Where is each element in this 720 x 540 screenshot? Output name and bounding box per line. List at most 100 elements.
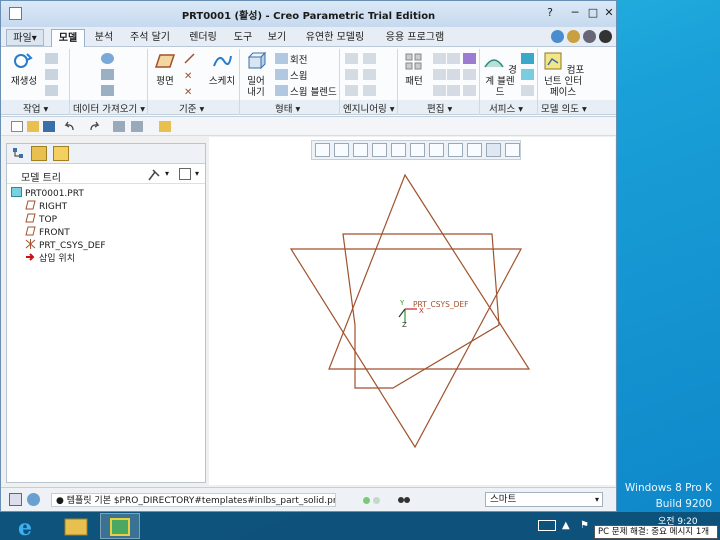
style-icon[interactable]	[521, 69, 534, 80]
group-separator	[147, 49, 148, 115]
settings-icon[interactable]	[583, 30, 596, 43]
selection-filter[interactable]: 스마트 ▾	[485, 492, 603, 507]
group-operations[interactable]: 작업 ▾	[23, 101, 48, 115]
extrude-button[interactable]: 밀어내기	[243, 51, 269, 98]
windows-edition: Windows 8 Pro K	[624, 482, 712, 494]
boundary-blend-button[interactable]: 경계 블렌드	[483, 51, 517, 98]
revolve-icon[interactable]	[275, 53, 288, 64]
thicken-icon	[433, 85, 446, 96]
message-area: ● 템플릿 기본 $PRO_DIRECTORY#templates#inlbs_…	[51, 493, 336, 507]
paste-icon[interactable]	[45, 69, 58, 80]
revolve-label[interactable]: 회전	[290, 52, 307, 66]
mirror-icon	[433, 53, 446, 64]
fill-icon[interactable]	[521, 53, 534, 64]
creo-taskbar-button[interactable]	[100, 513, 140, 539]
sketch-button[interactable]: 스케치	[207, 51, 237, 87]
close-button[interactable]: ✕	[600, 5, 618, 21]
tray-expand-icon[interactable]: ▲	[562, 520, 570, 531]
tree-columns-dropdown[interactable]: ▾	[195, 169, 199, 178]
tree-settings-icon[interactable]	[147, 168, 161, 181]
tree-item-right[interactable]: RIGHT	[25, 200, 67, 212]
regenerate-button[interactable]: 재생성	[9, 51, 39, 87]
new-file-icon[interactable]	[11, 121, 23, 132]
datum-plane-front[interactable]	[328, 173, 531, 370]
regenerate-qat-icon[interactable]	[113, 121, 125, 132]
csys-tree-icon	[25, 239, 36, 249]
favorites-icon[interactable]	[567, 30, 580, 43]
group-shapes[interactable]: 형태 ▾	[275, 101, 300, 115]
windows-icon[interactable]	[131, 121, 143, 132]
folder-browser-tab-icon[interactable]	[31, 146, 47, 161]
model-tree-tab-icon[interactable]	[11, 146, 27, 161]
delete-icon[interactable]	[45, 85, 58, 96]
plane-button[interactable]: 평면	[151, 51, 179, 87]
file-explorer-icon[interactable]	[56, 513, 96, 539]
tree-item-top[interactable]: TOP	[25, 213, 57, 225]
tree-columns-icon[interactable]	[179, 168, 191, 180]
panel-tabs	[7, 144, 205, 164]
tab-tools[interactable]: 도구	[229, 29, 257, 46]
chamfer-icon	[345, 69, 358, 80]
merge-icon[interactable]	[463, 53, 476, 64]
group-get-data[interactable]: 데이터 가져오기 ▾	[73, 101, 145, 115]
trim-icon	[433, 69, 446, 80]
datum-plane-top[interactable]	[289, 248, 523, 449]
graphics-window[interactable]: Y X Z PRT_CSYS_DEF	[209, 137, 615, 485]
copy-geometry-icon[interactable]	[101, 69, 114, 80]
csys-icon[interactable]: ✕	[183, 85, 196, 98]
tab-flexible-modeling[interactable]: 유연한 모델링	[299, 29, 371, 46]
part-icon	[11, 187, 22, 197]
command-search-icon[interactable]	[551, 30, 564, 43]
swept-blend-icon[interactable]	[275, 85, 288, 96]
tab-annotate[interactable]: 주석 달기	[125, 29, 175, 46]
plane-label: 평면	[156, 76, 174, 87]
open-file-icon[interactable]	[27, 121, 39, 132]
save-icon[interactable]	[43, 121, 55, 132]
tab-file[interactable]: 파일▾	[6, 29, 44, 46]
minimize-button[interactable]: ─	[566, 5, 584, 21]
group-editing[interactable]: 편집 ▾	[427, 101, 452, 115]
help-icon[interactable]: ?	[541, 5, 559, 21]
ribbon-help-icon[interactable]	[599, 30, 612, 43]
tree-item-insert-here[interactable]: 삽입 위치	[25, 252, 75, 264]
group-separator	[537, 49, 538, 115]
group-separator	[69, 49, 70, 115]
point-icon[interactable]: ✕	[183, 69, 196, 82]
axis-icon[interactable]	[183, 53, 196, 64]
find-icon[interactable]	[397, 493, 411, 506]
swept-blend-label[interactable]: 스윕 블렌드	[290, 84, 337, 98]
copy-icon[interactable]	[45, 53, 58, 64]
tree-item-front[interactable]: FRONT	[25, 226, 70, 238]
tree-settings-dropdown[interactable]: ▾	[165, 169, 169, 178]
group-separator	[339, 49, 340, 115]
keyboard-icon[interactable]	[538, 520, 556, 531]
action-center-icon[interactable]: ⚑	[580, 520, 589, 531]
csys-axis-y: Y	[399, 299, 405, 307]
undo-icon[interactable]	[63, 121, 75, 132]
show-browser-icon[interactable]	[27, 493, 40, 506]
tab-analysis[interactable]: 분석	[89, 29, 119, 46]
tab-model[interactable]: 모델	[51, 29, 85, 48]
sweep-icon[interactable]	[275, 69, 288, 80]
sketch-label: 스케치	[208, 76, 236, 87]
shrinkwrap-icon[interactable]	[101, 85, 114, 96]
group-datum[interactable]: 기준 ▾	[179, 101, 204, 115]
favorites-tab-icon[interactable]	[53, 146, 69, 161]
internet-explorer-icon[interactable]: e	[8, 513, 48, 540]
tree-item-part[interactable]: PRT0001.PRT	[11, 187, 84, 199]
close-window-icon[interactable]	[159, 121, 171, 132]
pattern-button[interactable]: 패턴	[401, 51, 427, 87]
tree-item-csys[interactable]: PRT_CSYS_DEF	[25, 239, 106, 251]
model-tree-header: 모델 트리 ▾ ▾	[7, 166, 205, 184]
tab-view[interactable]: 보기	[263, 29, 291, 46]
component-interface-button[interactable]: 컴포넌트 인터페이스	[541, 51, 585, 98]
sweep-label[interactable]: 스윕	[290, 68, 307, 82]
user-defined-feature-icon[interactable]	[101, 53, 114, 64]
group-model-intent[interactable]: 모델 의도 ▾	[541, 101, 587, 115]
redo-icon[interactable]	[89, 121, 101, 132]
show-navigator-icon[interactable]	[9, 493, 22, 506]
group-surfaces[interactable]: 서피스 ▾	[489, 101, 523, 115]
group-engineering[interactable]: 엔지니어링 ▾	[343, 101, 395, 115]
tab-applications[interactable]: 응용 프로그램	[381, 29, 449, 46]
tab-render[interactable]: 렌더링	[183, 29, 223, 46]
